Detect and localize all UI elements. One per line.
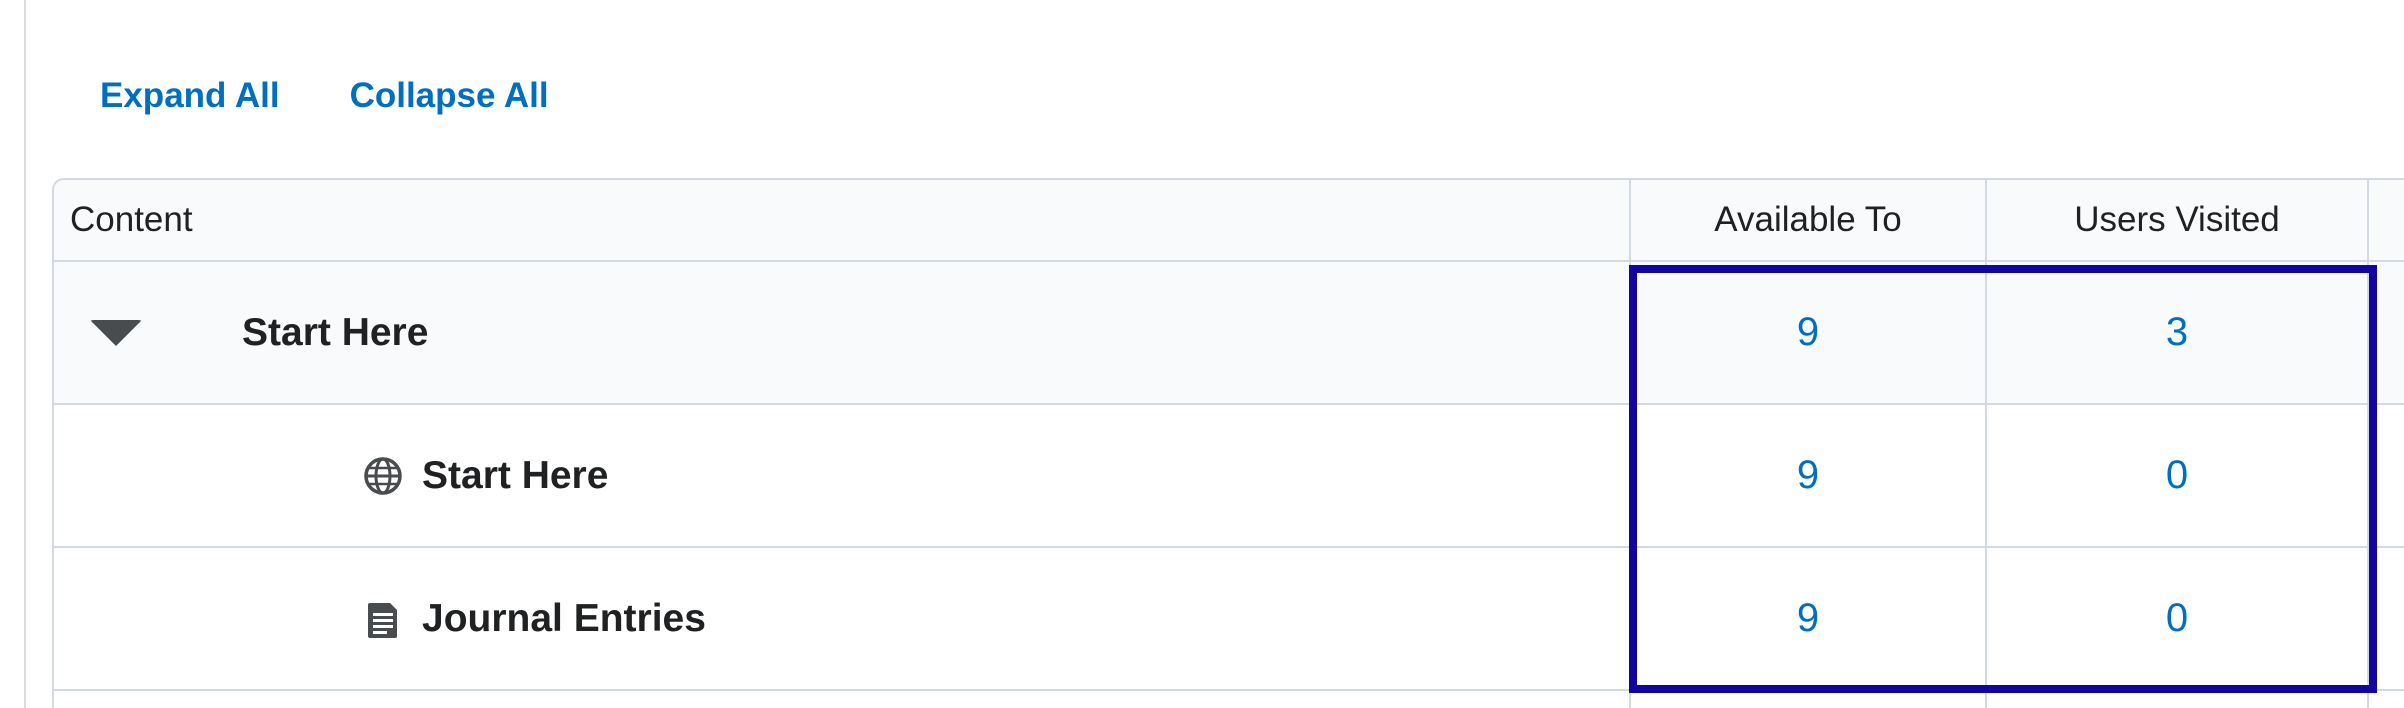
- available-to-count[interactable]: 9: [1797, 453, 1819, 497]
- column-header-users-visited: Users Visited: [1985, 180, 2368, 262]
- users-visited-count[interactable]: 0: [2166, 596, 2188, 640]
- column-header-extra: [2367, 180, 2404, 262]
- available-to-count[interactable]: 9: [1797, 310, 1819, 354]
- collapse-all-link[interactable]: Collapse All: [350, 72, 549, 120]
- page: Expand All Collapse All Content Availabl…: [0, 0, 2404, 708]
- table-header-row: Content Available To Users Visited: [54, 180, 2404, 262]
- table-row-module: Start Here 9 3: [54, 261, 2404, 405]
- module-title: Start Here: [242, 310, 429, 354]
- globe-icon: [362, 455, 404, 497]
- available-to-cell: 9: [1629, 547, 1986, 691]
- expand-all-link[interactable]: Expand All: [100, 72, 280, 120]
- users-visited-cell: 3: [1985, 261, 2368, 405]
- content-cell: Start Here: [54, 261, 1630, 405]
- tree-actions: Expand All Collapse All: [100, 72, 549, 120]
- extra-cell: [2367, 547, 2404, 691]
- users-visited-count[interactable]: 3: [2166, 310, 2188, 354]
- collapse-caret-icon[interactable]: [90, 319, 142, 346]
- available-to-cell: 9: [1629, 261, 1986, 405]
- document-icon: [362, 598, 404, 640]
- content-stats-table: Content Available To Users Visited Start…: [52, 178, 2404, 708]
- users-visited-count[interactable]: 0: [2166, 453, 2188, 497]
- extra-cell: [2367, 404, 2404, 548]
- users-visited-cell: 0: [1985, 404, 2368, 548]
- content-cell: Journal Entries: [54, 547, 1630, 691]
- users-visited-cell: 0: [1985, 547, 2368, 691]
- extra-cell: [2367, 261, 2404, 405]
- available-to-count[interactable]: 9: [1797, 596, 1819, 640]
- item-title[interactable]: Start Here: [422, 454, 608, 498]
- item-title[interactable]: Journal Entries: [422, 597, 706, 641]
- column-header-content: Content: [54, 180, 1630, 262]
- left-divider: [24, 0, 26, 708]
- content-cell: Start Here: [54, 404, 1630, 548]
- table-row: Journal Entries 9 0: [54, 547, 2404, 691]
- available-to-cell: 9: [1629, 404, 1986, 548]
- column-header-available-to: Available To: [1629, 180, 1986, 262]
- table-row-partial: [54, 690, 2404, 708]
- table-row: Start Here 9 0: [54, 404, 2404, 548]
